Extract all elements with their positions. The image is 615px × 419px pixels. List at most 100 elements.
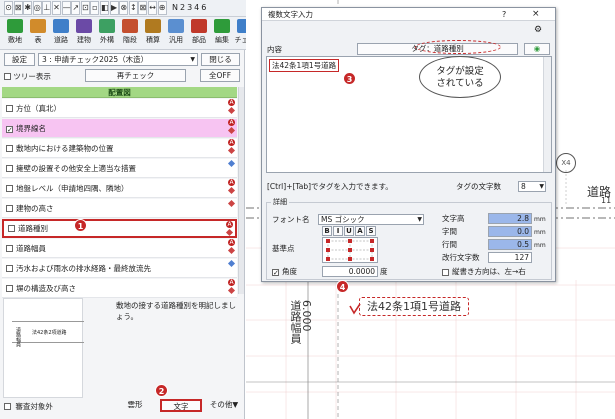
angle-checkbox[interactable]: ✓ — [272, 269, 279, 277]
close-icon[interactable]: × — [532, 8, 540, 21]
toolbar-tool-icon[interactable]: ↔ — [148, 1, 157, 15]
tree-checkbox[interactable] — [4, 73, 11, 80]
toolbar-button-4[interactable]: 外構 — [96, 18, 118, 48]
toolbar-tool-icon[interactable]: ⊡ — [80, 1, 90, 15]
toolbar-tool-icon[interactable]: ▶ — [109, 1, 119, 15]
vertical-checkbox[interactable] — [442, 269, 449, 276]
item-checkbox[interactable] — [6, 165, 13, 172]
close-panel-button[interactable]: 閉じる — [201, 53, 240, 66]
toolbar-tool-icon[interactable]: ⊕ — [157, 1, 167, 15]
font-style-button[interactable]: I — [333, 226, 343, 236]
text-button[interactable]: 文字 — [160, 399, 202, 412]
item-checkbox[interactable] — [6, 285, 13, 292]
toolbar-button-label: 汎用 — [169, 36, 183, 44]
list-item[interactable]: 敷地内における建築物の位置 A — [2, 139, 237, 158]
wrap-label: 改行文字数 — [442, 253, 480, 262]
recheck-button[interactable]: 再チェック — [85, 69, 186, 82]
toolbar-button-0[interactable]: 敷地 — [4, 18, 26, 48]
item-label: 地盤レベル（申請地四隅、隣地） — [16, 184, 129, 193]
toolbar-button-7[interactable]: 汎用 — [165, 18, 187, 48]
placed-text[interactable]: 法42条1項1号道路 — [359, 297, 469, 316]
textarea-scrollbar[interactable] — [543, 57, 551, 172]
toolbar-tool-icon[interactable]: — — [61, 1, 71, 15]
list-item[interactable]: 汚水および雨水の排水経路・最終放流先 — [2, 259, 237, 278]
list-item[interactable]: 建物の高さ — [2, 199, 237, 218]
toolbar-button-3[interactable]: 建物 — [73, 18, 95, 48]
toolbar-tool-icon[interactable]: ↗ — [71, 1, 81, 15]
item-checkbox[interactable] — [6, 245, 13, 252]
check-panel: 設定 3 : 申請チェック2025（木造） ▼ 閉じる ツリー表示 再チェック … — [0, 50, 245, 419]
toolbar-button-5[interactable]: 階段 — [119, 18, 141, 48]
font-style-button[interactable]: U — [344, 226, 354, 236]
review-toggle[interactable]: 審査対象外 — [4, 401, 53, 412]
item-checkbox[interactable] — [6, 205, 13, 212]
toolbar-button-label: 表 — [34, 36, 42, 44]
other-button[interactable]: その他▼ — [207, 399, 241, 412]
toolbar-tool-icon[interactable]: ✕ — [52, 1, 61, 15]
content-textarea[interactable]: 法42条1項1号道路 — [266, 56, 552, 173]
cloud-button[interactable]: 雲形 — [118, 399, 152, 412]
callout-1: 1 — [74, 219, 87, 232]
item-checkbox[interactable] — [6, 145, 13, 152]
angle-input[interactable]: 0.0000 — [322, 266, 378, 277]
check-select-value: 3 : 申請チェック2025（木造） — [42, 55, 149, 64]
list-item[interactable]: 擁壁の設置その他安全上適当な措置 — [2, 159, 237, 178]
toolbar-tool-icon[interactable]: ⊗ — [119, 1, 129, 15]
gear-icon[interactable]: ⚙ — [534, 25, 542, 35]
toolbar-button-icon — [191, 19, 207, 33]
settings-button[interactable]: 設定 — [4, 53, 35, 66]
eye-icon[interactable]: ◉ — [524, 43, 550, 55]
toolbar-tool-icon[interactable]: ▫ — [90, 1, 100, 15]
item-checkbox[interactable]: ✓ — [6, 126, 13, 134]
tree-label: ツリー表示 — [13, 72, 51, 81]
toolbar-button-label: 道路 — [54, 36, 68, 44]
callout-2: 2 — [155, 384, 168, 397]
height-input[interactable]: 2.8 — [488, 213, 532, 224]
base-point-grid[interactable] — [322, 237, 378, 263]
toolbar-button-8[interactable]: 部品 — [188, 18, 210, 48]
tree-toggle[interactable]: ツリー表示 — [4, 71, 51, 82]
toolbar-button-6[interactable]: 積算 — [142, 18, 164, 48]
all-off-button[interactable]: 全OFF — [200, 69, 240, 82]
review-label: 審査対象外 — [15, 402, 53, 411]
font-select[interactable]: MS ゴシック ▼ — [318, 214, 424, 225]
toolbar-button-label: 階段 — [123, 36, 137, 44]
toolbar-button-9[interactable]: 編集 — [211, 18, 233, 48]
toolbar-tool-icon[interactable]: ✱ — [23, 1, 33, 15]
toolbar-button-icon — [145, 19, 161, 33]
toolbar-button-label: 編集 — [215, 36, 229, 44]
item-label: 汚水および雨水の排水経路・最終放流先 — [16, 264, 151, 273]
toolbar-button-label: 建物 — [77, 36, 91, 44]
tag-count-select[interactable]: 8 ▼ — [518, 181, 546, 192]
list-item[interactable]: 地盤レベル（申請地四隅、隣地） A — [2, 179, 237, 198]
item-checkbox[interactable] — [6, 265, 13, 272]
list-scrollbar[interactable] — [238, 87, 244, 294]
font-style-button[interactable]: S — [366, 226, 376, 236]
toolbar-tool-icon[interactable]: ◎ — [32, 1, 42, 15]
font-style-button[interactable]: A — [355, 226, 365, 236]
list-item[interactable]: 道路種別 A — [2, 219, 237, 238]
list-item[interactable]: 方位（真北） A — [2, 99, 237, 118]
wrap-input[interactable]: 127 — [488, 252, 532, 263]
item-checkbox[interactable] — [8, 225, 15, 232]
toolbar-tool-icon[interactable]: ⊥ — [42, 1, 52, 15]
toolbar-tool-icon[interactable]: ⊙ — [4, 1, 13, 15]
help-icon[interactable]: ? — [502, 8, 506, 21]
list-item[interactable]: 道路幅員 A — [2, 239, 237, 258]
toolbar-tool-icon[interactable]: ⊠ — [138, 1, 148, 15]
toolbar-tool-icon[interactable]: ↕ — [128, 1, 138, 15]
line-input[interactable]: 0.5 — [488, 239, 532, 250]
list-item[interactable]: ✓ 境界線名 A — [2, 119, 237, 138]
spacing-input[interactable]: 0.0 — [488, 226, 532, 237]
toolbar-button-2[interactable]: 道路 — [50, 18, 72, 48]
toolbar-tool-icon[interactable]: ⊠ — [13, 1, 23, 15]
toolbar-tool-icon[interactable]: ◧ — [100, 1, 109, 15]
list-item[interactable]: 塀の構造及び高さ A — [2, 279, 237, 298]
toolbar-button-label: 敷地 — [8, 36, 22, 44]
item-checkbox[interactable] — [6, 105, 13, 112]
toolbar-button-1[interactable]: 表 — [27, 18, 49, 48]
review-checkbox[interactable] — [4, 403, 11, 410]
font-style-button[interactable]: B — [322, 226, 332, 236]
item-checkbox[interactable] — [6, 185, 13, 192]
check-select[interactable]: 3 : 申請チェック2025（木造） ▼ — [38, 53, 198, 66]
